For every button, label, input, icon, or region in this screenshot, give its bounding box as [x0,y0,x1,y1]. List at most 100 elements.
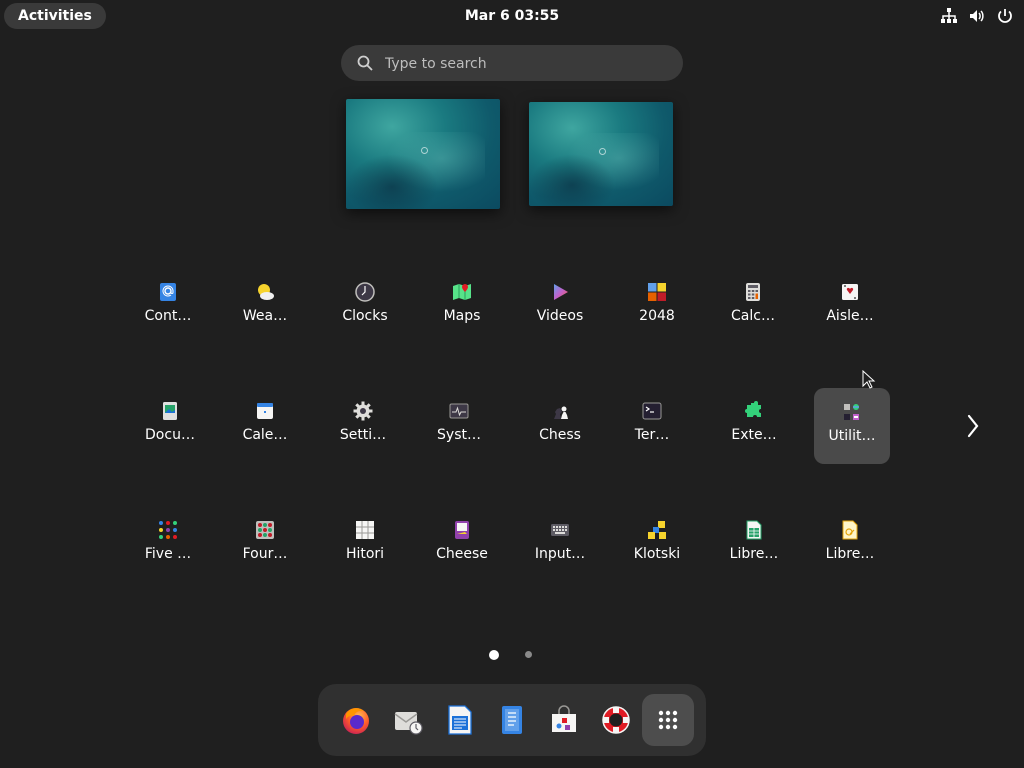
page-indicator-1[interactable] [489,650,499,660]
terminal-icon [642,402,662,420]
app-hitori[interactable]: Hitori [327,506,403,582]
app-terminal[interactable]: Ter… [614,387,690,463]
chevron-right-icon[interactable] [962,412,984,440]
app-chess[interactable]: Chess [522,387,598,463]
dash-item[interactable] [382,694,434,746]
app-calendar[interactable]: Cale… [227,387,303,463]
app-label: Setti… [339,427,387,443]
calculator-icon [746,283,760,301]
app-label: Cont… [144,308,192,324]
app-label: Four… [242,546,288,562]
mouse-cursor-icon [862,370,876,389]
dash [318,684,706,756]
app-settings[interactable]: Setti… [325,387,401,463]
help-icon [602,706,630,734]
input-method-icon [551,524,569,536]
dash-item[interactable] [434,694,486,746]
app-aisleriot[interactable]: Aisle… [812,268,888,344]
app-libreoffice-draw[interactable]: Libre… [812,506,888,582]
contacts-icon [160,283,176,301]
app-label: Aisle… [826,308,874,324]
extensions-icon [745,401,761,417]
search-input[interactable] [383,45,667,83]
dash-item[interactable] [486,694,538,746]
libreoffice-draw-icon [842,520,858,540]
utilities-folder-icon [844,404,859,420]
libreoffice-writer-icon [448,705,472,735]
aisleriot-icon [842,284,858,300]
document-viewer-icon [163,402,177,420]
volume-icon[interactable] [968,7,986,25]
app-cheese[interactable]: Cheese [424,506,500,582]
app-label: Utilit… [828,428,876,444]
app-document-viewer[interactable]: Docu… [132,387,208,463]
text-editor-icon [502,706,522,734]
app-label: Calc… [731,308,775,324]
dash-item-show-apps[interactable] [642,694,694,746]
network-icon[interactable] [940,7,958,25]
app-label: Docu… [145,427,195,443]
software-icon [552,705,576,732]
settings-icon [353,401,373,421]
five-or-more-icon [159,521,177,539]
2048-icon [648,283,666,301]
app-2048[interactable]: 2048 [619,268,695,344]
search-icon [357,55,373,71]
app-label: Ter… [634,427,670,443]
dash-item[interactable] [330,694,382,746]
cheese-icon [455,521,469,539]
app-label: Syst… [437,427,481,443]
videos-icon [554,284,568,300]
weather-icon [258,284,274,300]
search-bar[interactable] [341,45,683,83]
calendar-icon [257,403,273,419]
app-system-monitor[interactable]: Syst… [421,387,497,463]
dash-item[interactable] [590,694,642,746]
app-five-or-more[interactable]: Five … [130,506,206,582]
app-label: Cheese [436,546,488,562]
app-input-method[interactable]: Input… [522,506,598,582]
app-maps[interactable]: Maps [424,268,500,344]
page-indicator-2[interactable] [525,651,532,658]
app-label: 2048 [639,308,675,324]
evolution-icon [394,712,423,735]
dash-item[interactable] [538,694,590,746]
show-apps-icon [658,710,678,730]
app-label: Libre… [825,546,875,562]
app-weather[interactable]: Wea… [227,268,303,344]
clocks-icon [355,282,375,302]
top-bar: Activities Mar 6 03:55 [0,0,1024,32]
system-monitor-icon [449,403,469,419]
maps-icon [453,284,471,300]
libreoffice-calc-icon [746,520,762,540]
app-label: Five … [144,546,192,562]
app-label: Exte… [731,427,777,443]
app-label: Videos [536,308,584,324]
app-label: Cale… [242,427,288,443]
app-folder-utilities[interactable]: Utilit… [814,388,890,464]
app-calculator[interactable]: Calc… [715,268,791,344]
firefox-icon [343,708,369,734]
workspace-thumbnail[interactable] [529,102,673,206]
power-icon[interactable] [996,7,1014,25]
app-klotski[interactable]: Klotski [619,506,695,582]
app-four-in-a-row[interactable]: Four… [227,506,303,582]
app-label: Chess [539,427,581,443]
app-label: Wea… [242,308,288,324]
chess-icon [554,406,568,419]
clock[interactable]: Mar 6 03:55 [0,0,1024,32]
app-extensions[interactable]: Exte… [716,387,792,463]
app-clocks[interactable]: Clocks [327,268,403,344]
hitori-icon [356,521,374,539]
workspace-thumbnail[interactable] [346,99,500,209]
app-videos[interactable]: Videos [522,268,598,344]
app-label: Maps [443,308,481,324]
app-contacts[interactable]: Cont… [130,268,206,344]
app-label: Klotski [633,546,681,562]
app-label: Libre… [729,546,779,562]
system-tray[interactable] [940,7,1014,25]
app-label: Input… [534,546,586,562]
app-label: Hitori [345,546,385,562]
klotski-icon [648,521,666,539]
app-libreoffice-calc[interactable]: Libre… [716,506,792,582]
